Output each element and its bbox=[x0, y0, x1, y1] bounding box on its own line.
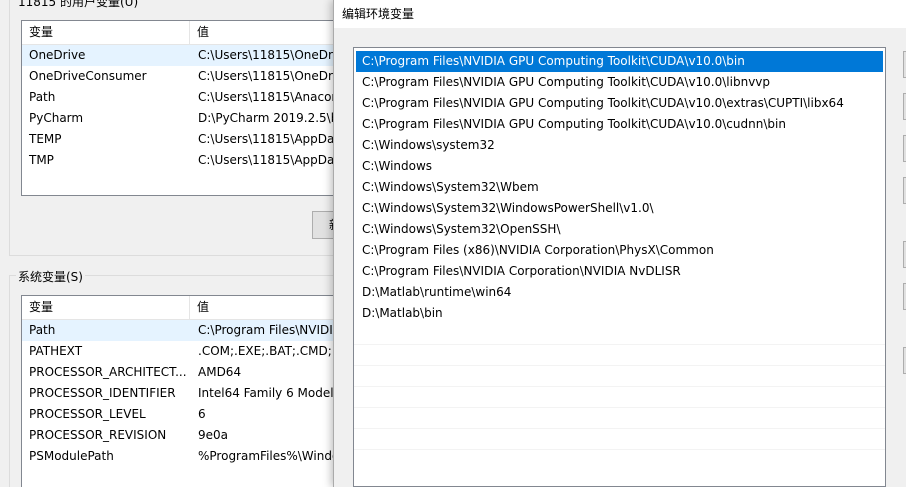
user-vars-header: 变量 值 bbox=[22, 21, 360, 45]
path-entry[interactable]: C:\Windows\system32 bbox=[356, 135, 883, 156]
var-name: PROCESSOR_REVISION bbox=[29, 428, 167, 442]
path-entry[interactable]: C:\Program Files\NVIDIA GPU Computing To… bbox=[356, 72, 883, 93]
var-name: TMP bbox=[29, 153, 54, 167]
path-entries-list[interactable]: C:\Program Files\NVIDIA GPU Computing To… bbox=[353, 47, 886, 487]
table-row[interactable]: PATHEXT .COM;.EXE;.BAT;.CMD;.V bbox=[22, 341, 360, 362]
var-name: PROCESSOR_ARCHITECT... bbox=[29, 365, 187, 379]
table-row[interactable]: Path C:\Users\11815\Anaconda bbox=[22, 87, 360, 108]
user-vars-title: 11815 的用户变量(U) bbox=[18, 0, 139, 9]
system-vars-list[interactable]: 变量 值 Path C:\Program Files\NVIDIA PATHEX… bbox=[21, 295, 361, 487]
system-vars-title: 系统变量(S) bbox=[16, 268, 85, 285]
empty-row[interactable] bbox=[354, 366, 885, 387]
empty-row[interactable] bbox=[354, 387, 885, 408]
table-row[interactable]: OneDrive C:\Users\11815\OneDrive bbox=[22, 45, 360, 66]
var-name: PATHEXT bbox=[29, 344, 83, 358]
table-row[interactable]: PyCharm D:\PyCharm 2019.2.5\bin bbox=[22, 108, 360, 129]
var-name: PROCESSOR_IDENTIFIER bbox=[29, 386, 176, 400]
empty-row[interactable] bbox=[354, 408, 885, 429]
path-entry[interactable]: C:\Program Files\NVIDIA GPU Computing To… bbox=[356, 93, 883, 114]
table-row[interactable]: PROCESSOR_IDENTIFIER Intel64 Family 6 Mo… bbox=[22, 383, 360, 404]
var-name: TEMP bbox=[29, 132, 62, 146]
table-row[interactable]: PROCESSOR_REVISION 9e0a bbox=[22, 425, 360, 446]
empty-row[interactable] bbox=[354, 429, 885, 450]
path-entry[interactable]: D:\Matlab\runtime\win64 bbox=[356, 282, 883, 303]
column-header-variable[interactable]: 变量 bbox=[22, 21, 190, 45]
path-entry[interactable]: C:\Program Files\NVIDIA GPU Computing To… bbox=[356, 114, 883, 135]
table-row[interactable]: TEMP C:\Users\11815\AppData bbox=[22, 129, 360, 150]
edit-env-var-dialog: 编辑环境变量 C:\Program Files\NVIDIA GPU Compu… bbox=[333, 0, 906, 487]
dialog-title: 编辑环境变量 bbox=[342, 7, 415, 21]
var-name: PROCESSOR_LEVEL bbox=[29, 407, 146, 421]
empty-row[interactable] bbox=[354, 324, 885, 345]
var-name: OneDriveConsumer bbox=[29, 69, 147, 83]
var-name: OneDrive bbox=[29, 48, 86, 62]
path-entry[interactable]: C:\Windows bbox=[356, 156, 883, 177]
system-vars-header: 变量 值 bbox=[22, 296, 360, 320]
table-row[interactable]: PSModulePath %ProgramFiles%\Windo bbox=[22, 446, 360, 467]
var-name: Path bbox=[29, 323, 56, 337]
table-row[interactable]: OneDriveConsumer C:\Users\11815\OneDrive bbox=[22, 66, 360, 87]
path-entry[interactable]: C:\Windows\System32\OpenSSH\ bbox=[356, 219, 883, 240]
path-entry[interactable]: D:\Matlab\bin bbox=[356, 303, 883, 324]
var-name: Path bbox=[29, 90, 56, 104]
dialog-titlebar[interactable]: 编辑环境变量 bbox=[334, 0, 906, 28]
path-entry[interactable]: C:\Program Files\NVIDIA GPU Computing To… bbox=[356, 51, 883, 72]
table-row[interactable]: TMP C:\Users\11815\AppData bbox=[22, 150, 360, 171]
path-entry[interactable]: C:\Program Files (x86)\NVIDIA Corporatio… bbox=[356, 240, 883, 261]
user-vars-list[interactable]: 变量 值 OneDrive C:\Users\11815\OneDrive On… bbox=[21, 20, 361, 196]
column-header-variable[interactable]: 变量 bbox=[22, 296, 190, 320]
path-entry[interactable]: C:\Windows\System32\Wbem bbox=[356, 177, 883, 198]
empty-row[interactable] bbox=[354, 345, 885, 366]
table-row[interactable]: PROCESSOR_LEVEL 6 bbox=[22, 404, 360, 425]
var-name: PSModulePath bbox=[29, 449, 114, 463]
table-row[interactable]: Path C:\Program Files\NVIDIA bbox=[22, 320, 360, 341]
path-entry[interactable]: C:\Program Files\NVIDIA Corporation\NVID… bbox=[356, 261, 883, 282]
path-entry[interactable]: C:\Windows\System32\WindowsPowerShell\v1… bbox=[356, 198, 883, 219]
var-name: PyCharm bbox=[29, 111, 84, 125]
table-row[interactable]: PROCESSOR_ARCHITECT... AMD64 bbox=[22, 362, 360, 383]
